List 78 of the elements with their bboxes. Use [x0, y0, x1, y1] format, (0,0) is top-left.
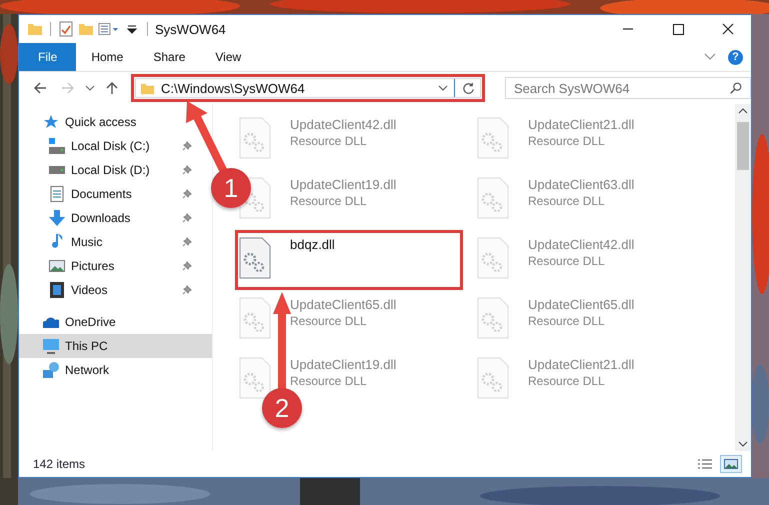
pin-icon[interactable]: [182, 141, 192, 151]
gear-file-icon: [239, 297, 271, 339]
file-type: Resource DLL: [528, 134, 606, 148]
address-field[interactable]: C:\Windows\SysWOW64: [135, 78, 481, 98]
star-icon: [43, 114, 59, 130]
file-tab[interactable]: File: [19, 43, 76, 71]
sidebar-item[interactable]: Videos: [19, 278, 196, 302]
scroll-thumb[interactable]: [737, 122, 749, 170]
scroll-up-icon[interactable]: [738, 108, 748, 114]
sidebar-item[interactable]: This PC: [19, 334, 212, 358]
pin-icon[interactable]: [182, 189, 192, 199]
picture-icon: [49, 258, 65, 274]
music-note-icon: [49, 234, 65, 250]
sidebar-item[interactable]: OneDrive: [19, 310, 212, 334]
sidebar-item[interactable]: Pictures: [19, 254, 196, 278]
gear-file-icon: [477, 237, 509, 279]
gear-file-icon: [477, 357, 509, 399]
file-name[interactable]: UpdateClient65.dll: [290, 297, 396, 312]
dropdown-icon[interactable]: [438, 85, 448, 91]
scroll-down-icon[interactable]: [738, 441, 748, 447]
file-name[interactable]: UpdateClient42.dll: [528, 237, 634, 252]
sidebar-item[interactable]: Documents: [19, 182, 196, 206]
file-type: Resource DLL: [290, 374, 368, 388]
download-arrow-icon: [49, 210, 65, 226]
network-icon: [43, 362, 59, 378]
file-type: Resource DLL: [528, 254, 606, 268]
search-field[interactable]: Search SysWOW64: [505, 77, 751, 99]
up-icon[interactable]: [104, 80, 120, 96]
scrollbar[interactable]: [735, 104, 751, 451]
sidebar-item[interactable]: Music: [19, 230, 196, 254]
file-type: Resource DLL: [528, 374, 606, 388]
gear-file-icon: [239, 357, 271, 399]
file-name[interactable]: UpdateClient21.dll: [528, 117, 634, 132]
file-name[interactable]: UpdateClient63.dll: [528, 177, 634, 192]
search-icon[interactable]: [729, 81, 743, 95]
file-type: Resource DLL: [290, 194, 368, 208]
gear-file-icon: [477, 297, 509, 339]
sidebar-item[interactable]: Network: [19, 358, 212, 382]
film-icon: [49, 282, 65, 298]
file-type: Resource DLL: [290, 314, 368, 328]
sidebar-item[interactable]: Downloads: [19, 206, 196, 230]
file-name[interactable]: UpdateClient65.dll: [528, 297, 634, 312]
gear-file-icon: [239, 117, 271, 159]
properties-icon[interactable]: [98, 21, 120, 37]
file-name[interactable]: bdqz.dll: [290, 237, 335, 252]
file-name[interactable]: UpdateClient19.dll: [290, 357, 396, 372]
document-icon: [49, 186, 65, 202]
file-type: Resource DLL: [290, 134, 368, 148]
expand-ribbon-icon[interactable]: [704, 53, 716, 61]
refresh-icon[interactable]: [461, 80, 476, 96]
file-name[interactable]: UpdateClient42.dll: [290, 117, 396, 132]
pin-icon[interactable]: [182, 237, 192, 247]
pin-icon[interactable]: [182, 285, 192, 295]
file-type: Resource DLL: [528, 314, 606, 328]
pin-icon[interactable]: [182, 261, 192, 271]
pin-icon[interactable]: [182, 165, 192, 175]
large-icons-view-icon[interactable]: [721, 456, 741, 472]
back-icon[interactable]: [32, 80, 48, 96]
file-name[interactable]: UpdateClient19.dll: [290, 177, 396, 192]
sidebar-item[interactable]: Local Disk (D:): [19, 158, 196, 182]
sidebar-item[interactable]: Local Disk (C:): [19, 134, 196, 158]
sidebar-item[interactable]: Quick access: [19, 110, 212, 134]
ribbon-tab[interactable]: Home: [76, 43, 138, 71]
gear-file-icon: [477, 117, 509, 159]
monitor-icon: [43, 338, 59, 354]
checklist-icon[interactable]: [58, 21, 74, 37]
ribbon-tab[interactable]: View: [200, 43, 256, 71]
recent-dropdown-icon[interactable]: [85, 85, 95, 91]
file-name[interactable]: UpdateClient21.dll: [528, 357, 634, 372]
pin-icon[interactable]: [182, 213, 192, 223]
gear-file-icon: [477, 177, 509, 219]
ribbon-tab[interactable]: Share: [138, 43, 200, 71]
help-button[interactable]: ?: [728, 50, 743, 64]
drive-icon: [49, 138, 65, 154]
item-count: 142 items: [33, 457, 86, 471]
window-title: SysWOW64: [155, 22, 226, 36]
gear-file-icon: [239, 237, 271, 279]
file-type: Resource DLL: [528, 194, 606, 208]
